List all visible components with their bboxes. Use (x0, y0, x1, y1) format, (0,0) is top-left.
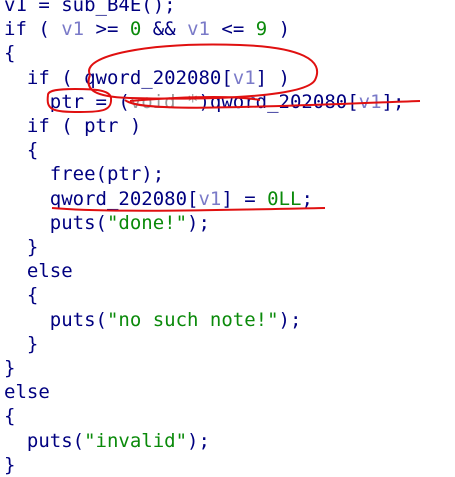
code-line: puts("no such note!"); (4, 308, 302, 332)
code-token: puts( (4, 308, 107, 331)
code-token: puts( (4, 211, 107, 234)
code-line: puts("invalid"); (4, 429, 210, 453)
code-line: qword_202080[v1] = 0LL; (4, 187, 313, 211)
code-token: } (4, 453, 16, 476)
code-token: 9 (255, 18, 268, 41)
code-token: else (4, 260, 73, 283)
code-token: } (4, 357, 16, 379)
code-token: } (4, 332, 39, 355)
code-line: } (4, 356, 15, 380)
code-token: v1 (358, 90, 382, 113)
code-token: )qword_202080[ (198, 90, 359, 113)
code-token: ); (278, 308, 302, 331)
code-token: "no such note!" (106, 308, 279, 331)
code-token: void * (129, 90, 199, 113)
code-token: { (4, 139, 39, 162)
code-line: else (4, 380, 50, 404)
code-token: if ( qword_202080[ (4, 66, 233, 89)
code-line: { (4, 41, 15, 65)
code-line: ptr = (void *)qword_202080[v1]; (4, 90, 405, 114)
code-token: { (4, 405, 16, 428)
code-line: { (4, 283, 38, 307)
code-token: >= (84, 18, 130, 41)
code-token: ; (301, 187, 313, 210)
code-token: 0LL (267, 187, 302, 210)
code-token: v1 (61, 18, 85, 41)
code-token: v1 (187, 18, 210, 41)
code-token: { (4, 42, 16, 65)
code-token: ); (187, 211, 210, 234)
code-token: "done!" (106, 211, 188, 234)
code-token: = sub_B4E(); (26, 0, 176, 16)
code-token: && (141, 18, 188, 41)
code-view: v1 = sub_B4E(); if ( v1 >= 0 && v1 <= 9 )… (0, 0, 455, 476)
code-token: ) (267, 18, 291, 41)
code-line: { (4, 404, 15, 428)
code-line: if ( ptr ) (4, 114, 141, 138)
code-line: else (4, 259, 73, 283)
code-token: ptr = ( (4, 90, 130, 113)
code-token: free(ptr); (4, 163, 165, 186)
code-token: <= (209, 18, 256, 41)
code-token: qword_202080[ (4, 187, 199, 210)
code-token: puts( (4, 429, 85, 452)
code-token: ]; (381, 90, 405, 113)
code-line: puts("done!"); (4, 211, 210, 235)
code-line: } (4, 332, 38, 356)
code-token: v1 (198, 187, 222, 210)
code-token: v1 (4, 0, 27, 16)
code-line: } (4, 235, 38, 259)
code-token: ); (187, 429, 210, 452)
code-token: ] = (221, 187, 268, 210)
code-token: v1 (232, 66, 256, 89)
code-token: 0 (129, 18, 142, 41)
code-token: else (4, 381, 50, 404)
code-line: v1 = sub_B4E(); (4, 0, 176, 17)
code-line: { (4, 138, 38, 162)
code-line: if ( qword_202080[v1] ) (4, 66, 290, 90)
code-line: } (4, 453, 15, 477)
code-token: if ( (4, 18, 62, 41)
code-line: if ( v1 >= 0 && v1 <= 9 ) (4, 17, 290, 41)
code-token: ] ) (255, 66, 290, 89)
code-token: } (4, 236, 39, 258)
code-token: { (4, 284, 39, 307)
code-token: "invalid" (84, 429, 188, 452)
code-token: if ( ptr ) (4, 115, 142, 137)
code-line: free(ptr); (4, 162, 164, 186)
